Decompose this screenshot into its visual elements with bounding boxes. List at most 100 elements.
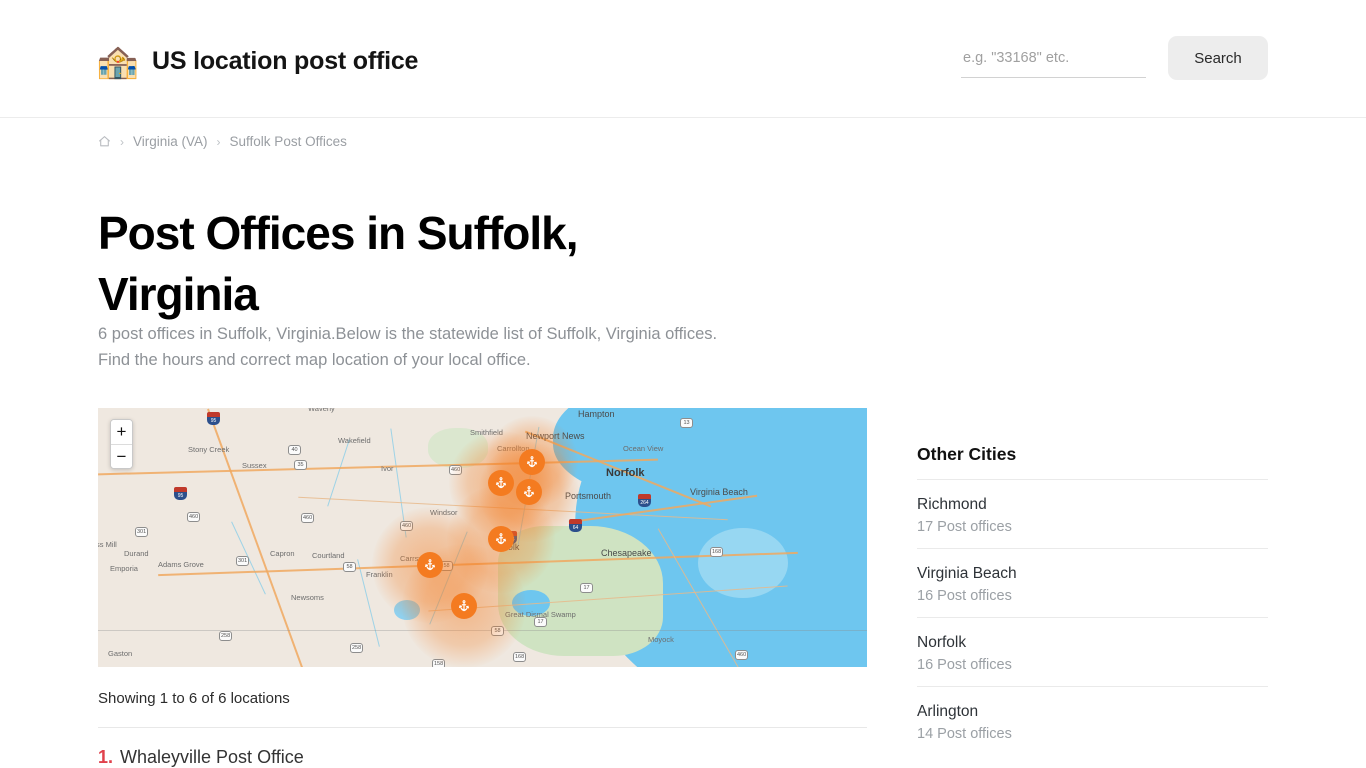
breadcrumb: › Virginia (VA) › Suffolk Post Offices xyxy=(98,134,347,149)
breadcrumb-separator-2: › xyxy=(216,134,221,149)
map-state-boundary xyxy=(98,630,867,631)
map-place-label: Norfolk xyxy=(606,467,645,479)
sidebar-title: Other Cities xyxy=(917,444,1017,464)
map-place-label: Wakefield xyxy=(338,436,371,445)
map-route-shield: 17 xyxy=(580,583,593,593)
map-place-label: Smithfield xyxy=(470,428,503,437)
map-place-label: Windsor xyxy=(430,508,458,517)
breadcrumb-separator-1: › xyxy=(120,134,124,149)
list-item[interactable]: 1. Whaleyville Post Office xyxy=(98,747,304,768)
post-office-marker-3[interactable] xyxy=(516,479,542,505)
map-place-label: ss Mill xyxy=(98,540,117,549)
map-place-label: Courtland xyxy=(312,551,345,560)
city-list-item[interactable]: Virginia Beach 16 Post offices xyxy=(917,548,1268,617)
map-route-shield: 258 xyxy=(219,631,233,641)
map-place-label: Hampton xyxy=(578,409,615,419)
map-place-label: Newport News xyxy=(526,431,585,441)
city-name: Arlington xyxy=(917,703,979,720)
map-place-label: Chesapeake xyxy=(601,548,652,558)
city-list-item[interactable]: Norfolk 16 Post offices xyxy=(917,617,1268,686)
post-office-marker-2[interactable] xyxy=(488,470,514,496)
map-route-shield: 17 xyxy=(534,617,547,627)
city-list-item[interactable]: Arlington 14 Post offices xyxy=(917,686,1268,755)
map-route-shield: 40 xyxy=(288,445,301,455)
page-subtitle: 6 post offices in Suffolk, Virginia.Belo… xyxy=(98,325,718,369)
home-icon[interactable] xyxy=(98,135,111,148)
breadcrumb-item-current: Suffolk Post Offices xyxy=(229,134,347,149)
map-route-shield: 168 xyxy=(513,652,527,662)
post-office-marker-6[interactable] xyxy=(451,593,477,619)
city-post-office-count: 14 Post offices xyxy=(917,726,1012,742)
map-route-shield: 168 xyxy=(710,547,724,557)
anchor-icon xyxy=(424,559,436,571)
map-route-shield: 58 xyxy=(491,626,504,636)
anchor-icon xyxy=(523,486,535,498)
map-route-shield: 58 xyxy=(343,562,356,572)
map-route-shield: 158 xyxy=(432,659,446,667)
map-place-label: Franklin xyxy=(366,570,393,579)
city-name: Virginia Beach xyxy=(917,565,1017,582)
map-interstate-shield: 95 xyxy=(174,487,187,500)
result-name[interactable]: Whaleyville Post Office xyxy=(120,747,304,768)
anchor-icon xyxy=(495,533,507,545)
anchor-icon xyxy=(526,456,538,468)
map-interstate-shield: 95 xyxy=(207,412,220,425)
map-container[interactable]: Hampton Newport News Norfolk Virginia Beach… xyxy=(98,408,867,667)
post-office-marker-4[interactable] xyxy=(488,526,514,552)
other-cities-sidebar: Other Cities Richmond 17 Post offices Virg… xyxy=(917,444,1268,755)
anchor-icon xyxy=(495,477,507,489)
map-route-shield: 13 xyxy=(680,418,693,428)
anchor-icon xyxy=(458,600,470,612)
map-place-label: Stony Creek xyxy=(188,445,230,454)
map-interstate-shield: 64 xyxy=(569,519,582,532)
map-place-label: Virginia Beach xyxy=(690,487,748,497)
site-header: 🏤 US location post office Search xyxy=(0,0,1366,118)
city-list: Richmond 17 Post offices Virginia Beach 16 … xyxy=(917,479,1268,755)
map-interstate-shield: 264 xyxy=(638,494,651,507)
map-route-shield: 35 xyxy=(294,460,307,470)
map-route-shield: 460 xyxy=(449,465,463,475)
search-input[interactable] xyxy=(961,44,1146,78)
map-lake-2 xyxy=(394,600,420,620)
zoom-out-button[interactable]: − xyxy=(111,444,132,468)
map-route-shield: 460 xyxy=(735,650,749,660)
map-route-shield: 301 xyxy=(236,556,250,566)
city-name: Richmond xyxy=(917,496,987,513)
city-post-office-count: 17 Post offices xyxy=(917,519,1012,535)
map-place-label: Ocean View xyxy=(623,444,664,453)
map-route-shield: 258 xyxy=(350,643,364,653)
map-place-label: Moyock xyxy=(648,635,674,644)
city-list-item[interactable]: Richmond 17 Post offices xyxy=(917,479,1268,548)
map-zoom-controls[interactable]: + − xyxy=(110,419,133,469)
map-place-label: Sussex xyxy=(242,461,267,470)
city-post-office-count: 16 Post offices xyxy=(917,657,1012,673)
map-route-shield: 301 xyxy=(135,527,149,537)
post-office-logo-icon: 🏤 xyxy=(96,42,140,80)
zoom-in-button[interactable]: + xyxy=(111,420,132,444)
results-divider xyxy=(98,727,867,728)
map-place-label: Capron xyxy=(270,549,295,558)
post-office-marker-5[interactable] xyxy=(417,552,443,578)
city-name: Norfolk xyxy=(917,634,967,651)
showing-count-text: Showing 1 to 6 of 6 locations xyxy=(98,690,290,707)
city-post-office-count: 16 Post offices xyxy=(917,588,1012,604)
header-search: Search xyxy=(961,36,1268,80)
brand[interactable]: 🏤 US location post office xyxy=(96,40,419,82)
breadcrumb-item-virginia[interactable]: Virginia (VA) xyxy=(133,134,208,149)
brand-title: US location post office xyxy=(152,46,419,75)
map-route-shield: 460 xyxy=(400,521,414,531)
map-place-label: Adams Grove xyxy=(158,560,204,569)
map-place-label: Emporia xyxy=(110,564,138,573)
map-place-label: Waverly xyxy=(308,408,335,413)
map-place-label: Portsmouth xyxy=(565,491,612,501)
map-place-label: Newsoms xyxy=(291,593,324,602)
post-office-marker-1[interactable] xyxy=(519,449,545,475)
search-button[interactable]: Search xyxy=(1168,36,1268,80)
map-place-label: Gaston xyxy=(108,649,133,658)
page-title: Post Offices in Suffolk, Virginia xyxy=(98,207,579,320)
map-place-label: Ivor xyxy=(381,464,394,473)
map-route-shield: 460 xyxy=(301,513,315,523)
map-place-label: Durand xyxy=(124,549,149,558)
map-route-shield: 460 xyxy=(187,512,201,522)
result-index: 1. xyxy=(98,747,114,767)
